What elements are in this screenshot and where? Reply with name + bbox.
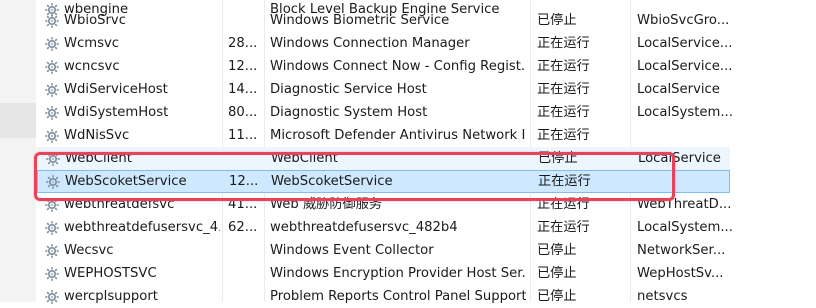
- service-pid: 12...: [228, 59, 258, 74]
- service-gear-icon: [45, 82, 59, 97]
- service-gear-icon: [46, 151, 60, 166]
- service-gear-icon: [45, 243, 59, 258]
- table-row[interactable]: WEPHOSTSVC Windows Encryption Provider H…: [36, 262, 816, 285]
- service-description: Diagnostic System Host: [270, 105, 428, 120]
- service-pid: 14...: [228, 82, 258, 97]
- service-group: WebThreatD...: [637, 197, 732, 212]
- service-pid: 62...: [228, 220, 258, 235]
- service-status: 正在运行: [537, 59, 590, 74]
- service-group: [637, 124, 737, 147]
- service-group: WepHostSv...: [637, 266, 724, 281]
- service-gear-icon: [45, 266, 59, 281]
- service-pid: [229, 147, 259, 170]
- navigation-pane-selected-item[interactable]: [0, 103, 36, 138]
- service-pid: [228, 239, 258, 262]
- table-row[interactable]: webthreatdefusersvc_4... 62... webthreat…: [36, 216, 816, 239]
- service-status: 已停止: [537, 289, 577, 304]
- service-status: 已停止: [537, 266, 577, 281]
- services-list: wbengine Block Level Backup Engine Servi…: [36, 0, 816, 304]
- table-row[interactable]: WdiSystemHost 80... Diagnostic System Ho…: [36, 101, 816, 124]
- service-gear-icon: [45, 59, 59, 74]
- service-name: WEPHOSTSVC: [64, 266, 157, 281]
- table-row[interactable]: wercplsupport Problem Reports Control Pa…: [36, 285, 816, 308]
- service-description: Diagnostic Service Host: [270, 82, 427, 97]
- service-description: Windows Connect Now - Config Regist...: [270, 59, 526, 74]
- service-gear-icon: [45, 289, 59, 304]
- service-name: WebClient: [65, 151, 132, 166]
- service-gear-icon: [45, 128, 59, 143]
- service-gear-icon: [45, 220, 59, 235]
- service-group: LocalService: [637, 82, 720, 97]
- service-name: webthreatdefusersvc_4...: [64, 220, 220, 235]
- service-name: WdNisSvc: [64, 128, 130, 143]
- table-row[interactable]: webthreatdefsvc 41... Web 威胁防御服务 正在运行 We…: [36, 193, 816, 216]
- service-description: Windows Connection Manager: [270, 36, 470, 51]
- service-name: wcncsvc: [64, 59, 120, 74]
- service-status: 正在运行: [537, 128, 590, 143]
- table-row[interactable]: wcncsvc 12... Windows Connect Now - Conf…: [36, 55, 816, 78]
- service-group: NetworkSer...: [637, 243, 726, 258]
- service-description: webthreatdefusersvc_482b4: [270, 220, 458, 235]
- service-status: 正在运行: [538, 174, 591, 189]
- service-status: 已停止: [537, 13, 577, 28]
- table-row[interactable]: WebClient WebClient 已停止 LocalService: [37, 147, 730, 170]
- service-pid: 80...: [228, 105, 258, 120]
- service-description: Windows Encryption Provider Host Ser...: [270, 266, 526, 281]
- service-description: Microsoft Defender Antivirus Network I..…: [270, 128, 526, 143]
- service-pid: [228, 262, 258, 285]
- service-group: LocalService...: [637, 59, 733, 74]
- service-group: [638, 170, 738, 193]
- table-row[interactable]: WbioSrvc Windows Biometric Service 已停止 W…: [36, 9, 816, 32]
- service-description: Windows Event Collector: [270, 243, 434, 258]
- navigation-pane: [0, 0, 36, 302]
- service-pid: 28...: [228, 36, 258, 51]
- service-pid: [228, 285, 258, 308]
- service-gear-icon: [45, 197, 59, 212]
- service-description: Problem Reports Control Panel Support: [270, 289, 526, 304]
- service-name: WebScoketService: [65, 174, 187, 189]
- service-gear-icon: [45, 13, 59, 28]
- service-gear-icon: [46, 174, 60, 189]
- service-status: 正在运行: [537, 197, 590, 212]
- table-row[interactable]: Wecsvc Windows Event Collector 已停止 Netwo…: [36, 239, 816, 262]
- service-status: 已停止: [538, 151, 578, 166]
- table-row[interactable]: WdiServiceHost 14... Diagnostic Service …: [36, 78, 816, 101]
- service-pid: 41...: [228, 197, 258, 212]
- service-name: wercplsupport: [64, 289, 158, 304]
- service-description: Web 威胁防御服务: [270, 197, 383, 212]
- service-status: 正在运行: [537, 82, 590, 97]
- service-name: WbioSrvc: [64, 13, 126, 28]
- service-group: WbioSvcGro...: [637, 13, 730, 28]
- service-name: Wcmsvc: [64, 36, 120, 51]
- service-gear-icon: [45, 36, 59, 51]
- service-gear-icon: [45, 105, 59, 120]
- table-row-selected[interactable]: WebScoketService 12... WebScoketService …: [37, 170, 730, 193]
- service-status: 正在运行: [537, 105, 590, 120]
- service-name: Wecsvc: [64, 243, 114, 258]
- service-name: WdiServiceHost: [64, 82, 168, 97]
- service-group: LocalSystem...: [637, 105, 733, 120]
- service-status: 已停止: [537, 243, 577, 258]
- service-description: WebClient: [271, 151, 338, 166]
- service-group: LocalSystem...: [637, 220, 733, 235]
- service-status: 正在运行: [537, 220, 590, 235]
- service-pid: [228, 9, 258, 32]
- service-pid: 11...: [228, 128, 258, 143]
- service-group: LocalService...: [637, 36, 733, 51]
- service-description: WebScoketService: [271, 174, 393, 189]
- service-status: 正在运行: [537, 36, 590, 51]
- table-row[interactable]: WdNisSvc 11... Microsoft Defender Antivi…: [36, 124, 816, 147]
- service-name: webthreatdefsvc: [64, 197, 175, 212]
- service-group: netsvcs: [637, 289, 688, 304]
- service-description: Windows Biometric Service: [270, 13, 450, 28]
- table-row[interactable]: Wcmsvc 28... Windows Connection Manager …: [36, 32, 816, 55]
- service-name: WdiSystemHost: [64, 105, 169, 120]
- service-group: LocalService: [638, 151, 721, 166]
- service-pid: 12...: [229, 174, 259, 189]
